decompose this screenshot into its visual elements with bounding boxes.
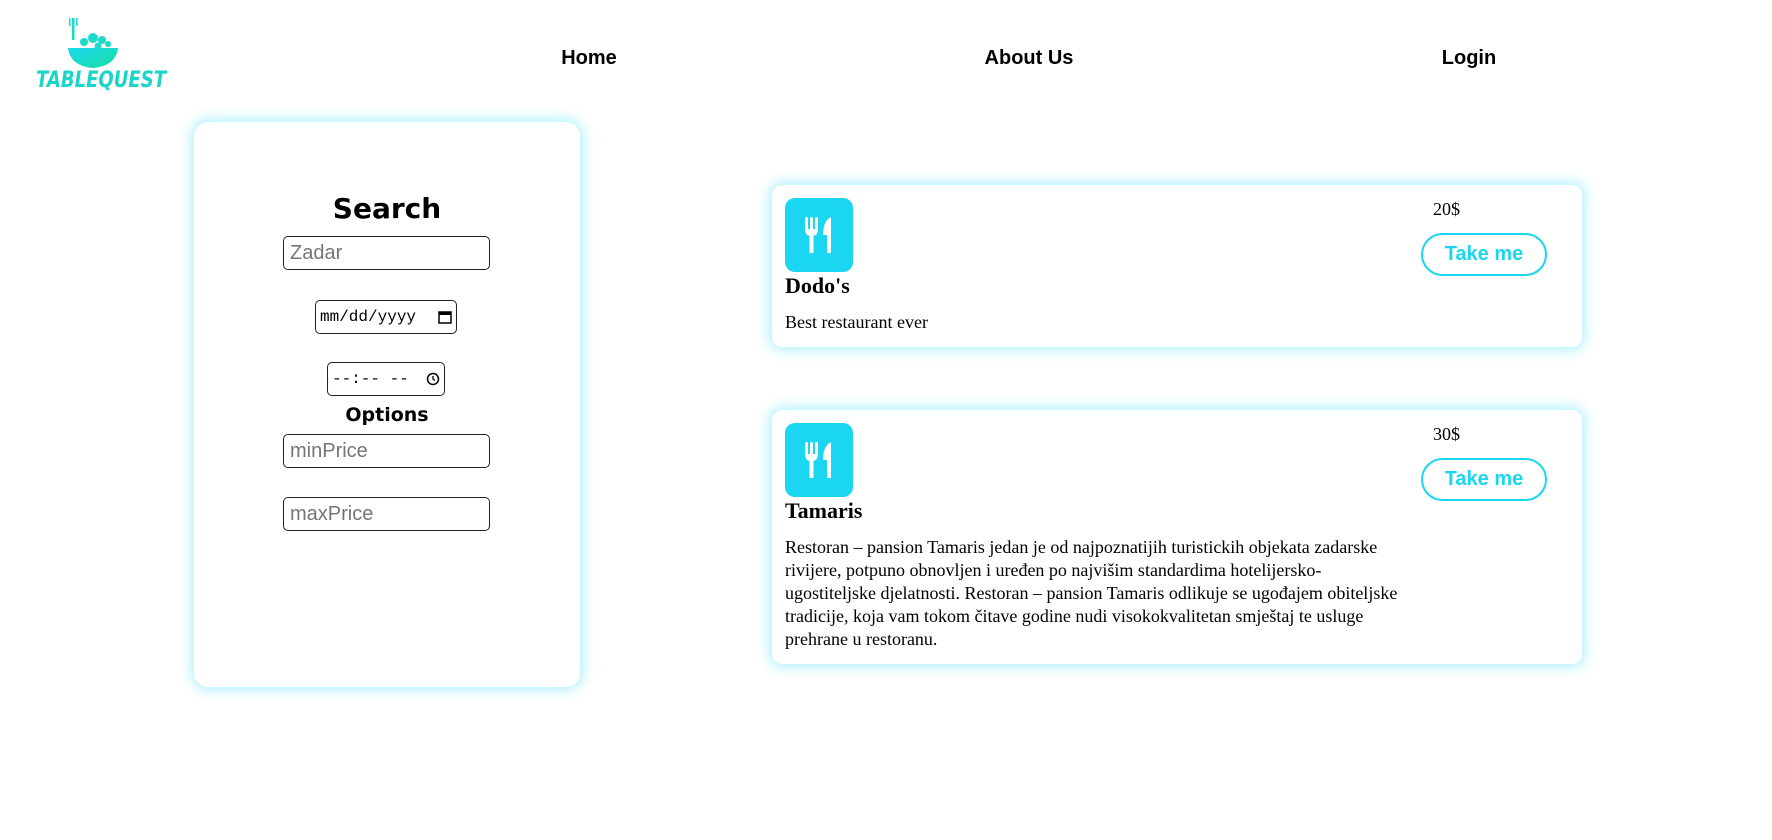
min-price-input[interactable]: [290, 440, 483, 463]
bowl-logo-icon: [68, 18, 118, 68]
take-me-button[interactable]: Take me: [1421, 233, 1547, 276]
nav-home[interactable]: Home: [561, 47, 617, 70]
restaurant-price: 30$: [1433, 424, 1460, 444]
nav-about-us[interactable]: About Us: [985, 47, 1074, 70]
date-picker[interactable]: mm/dd/yyyy: [315, 300, 457, 334]
take-me-button[interactable]: Take me: [1421, 458, 1547, 501]
max-price-field[interactable]: [283, 497, 490, 531]
city-search-field[interactable]: [283, 236, 490, 270]
logo[interactable]: TABLEQUEST: [36, 16, 167, 100]
restaurant-card: Dodo's Best restaurant ever 20$ Take me: [772, 185, 1582, 347]
time-picker[interactable]: --:-- --: [327, 362, 445, 396]
fork-knife-icon: [785, 198, 853, 272]
options-title: Options: [345, 404, 429, 426]
restaurant-name: Tamaris: [785, 498, 863, 523]
fork-knife-icon: [785, 423, 853, 497]
max-price-input[interactable]: [290, 503, 483, 526]
city-search-input[interactable]: [290, 242, 483, 265]
brand-name: TABLEQUEST: [36, 68, 167, 93]
date-placeholder: mm/dd/yyyy: [320, 308, 417, 326]
min-price-field[interactable]: [283, 434, 490, 468]
clock-icon[interactable]: [426, 372, 440, 386]
search-panel: Search mm/dd/yyyy --:-- -- Options: [194, 122, 580, 687]
restaurant-description: Best restaurant ever: [785, 312, 928, 332]
restaurant-name: Dodo's: [785, 273, 850, 298]
time-placeholder: --:-- --: [332, 370, 409, 388]
restaurant-description: Restoran – pansion Tamaris jedan je od n…: [785, 537, 1398, 649]
restaurant-card: Tamaris Restoran – pansion Tamaris jedan…: [772, 410, 1582, 664]
restaurant-price: 20$: [1433, 199, 1460, 219]
calendar-icon[interactable]: [438, 310, 452, 324]
search-title: Search: [332, 192, 442, 225]
nav-login[interactable]: Login: [1442, 47, 1496, 70]
